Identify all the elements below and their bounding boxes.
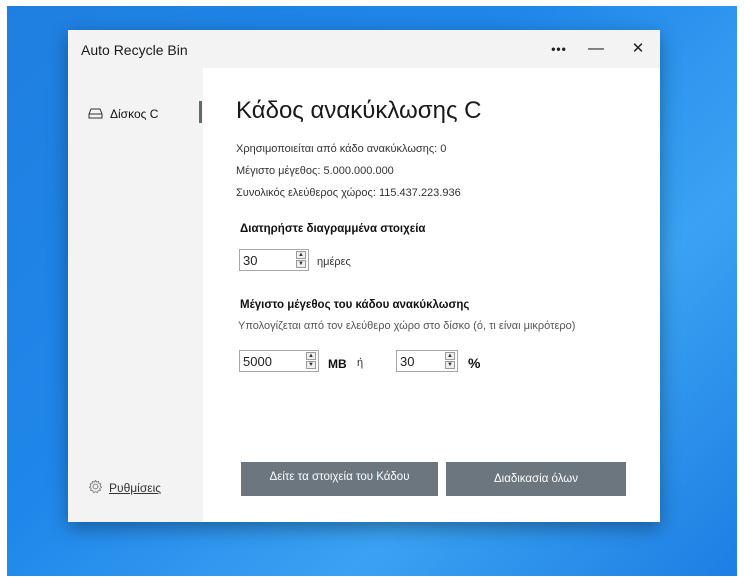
max-size-heading: Μέγιστο μέγεθος του κάδου ανακύκλωσης [240,299,470,311]
drive-icon [88,108,103,122]
title-bar: Auto Recycle Bin ••• — ✕ [68,30,660,68]
percent-increment-button[interactable]: ▲ [445,352,455,360]
more-options-button[interactable]: ••• [544,36,574,62]
percent-decrement-button[interactable]: ▼ [445,361,455,369]
percent-stepper[interactable]: 30 ▲ ▼ [396,350,458,372]
main-content-pane [203,68,660,522]
process-all-button[interactable]: Διαδικασία όλων [446,462,626,496]
percent-value: 30 [400,354,415,369]
info-max-size: Μέγιστο μέγεθος: 5.000.000.000 [236,165,394,177]
days-decrement-button[interactable]: ▼ [296,260,306,268]
days-stepper[interactable]: 30 ▲ ▼ [239,249,309,271]
close-button[interactable]: ✕ [623,36,653,62]
percent-stepper-buttons: ▲ ▼ [445,352,455,370]
mb-increment-button[interactable]: ▲ [306,352,316,360]
days-value: 30 [243,253,258,268]
mb-decrement-button[interactable]: ▼ [306,361,316,369]
days-increment-button[interactable]: ▲ [296,251,306,259]
info-free-space: Συνολικός ελεύθερος χώρος: 115.437.223.9… [236,187,461,199]
mb-stepper-buttons: ▲ ▼ [306,352,316,370]
days-unit: ημέρες [317,256,351,268]
days-stepper-buttons: ▲ ▼ [296,251,306,269]
sidebar-item-label: Δίσκος C [110,107,159,121]
mb-value: 5000 [243,354,272,369]
info-used: Χρησιμοποιείται από κάδο ανακύκλωσης: 0 [236,143,447,155]
settings-label: Ρυθμίσεις [109,481,162,495]
or-label: ή [357,357,364,369]
percent-unit: % [468,355,481,371]
keep-items-heading: Διατηρήστε διαγραμμένα στοιχεία [240,223,426,235]
max-size-subtitle: Υπολογίζεται από τον ελεύθερο χώρο στο δ… [238,320,576,332]
gear-icon [88,479,103,497]
window-title: Auto Recycle Bin [81,42,188,58]
mb-stepper[interactable]: 5000 ▲ ▼ [239,350,319,372]
selection-indicator [199,101,202,123]
view-recycle-bin-items-button[interactable]: Δείτε τα στοιχεία του Κάδου [241,462,438,496]
page-title: Κάδος ανακύκλωσης C [236,97,482,124]
minimize-button[interactable]: — [581,36,611,62]
mb-unit: MB [328,357,347,371]
